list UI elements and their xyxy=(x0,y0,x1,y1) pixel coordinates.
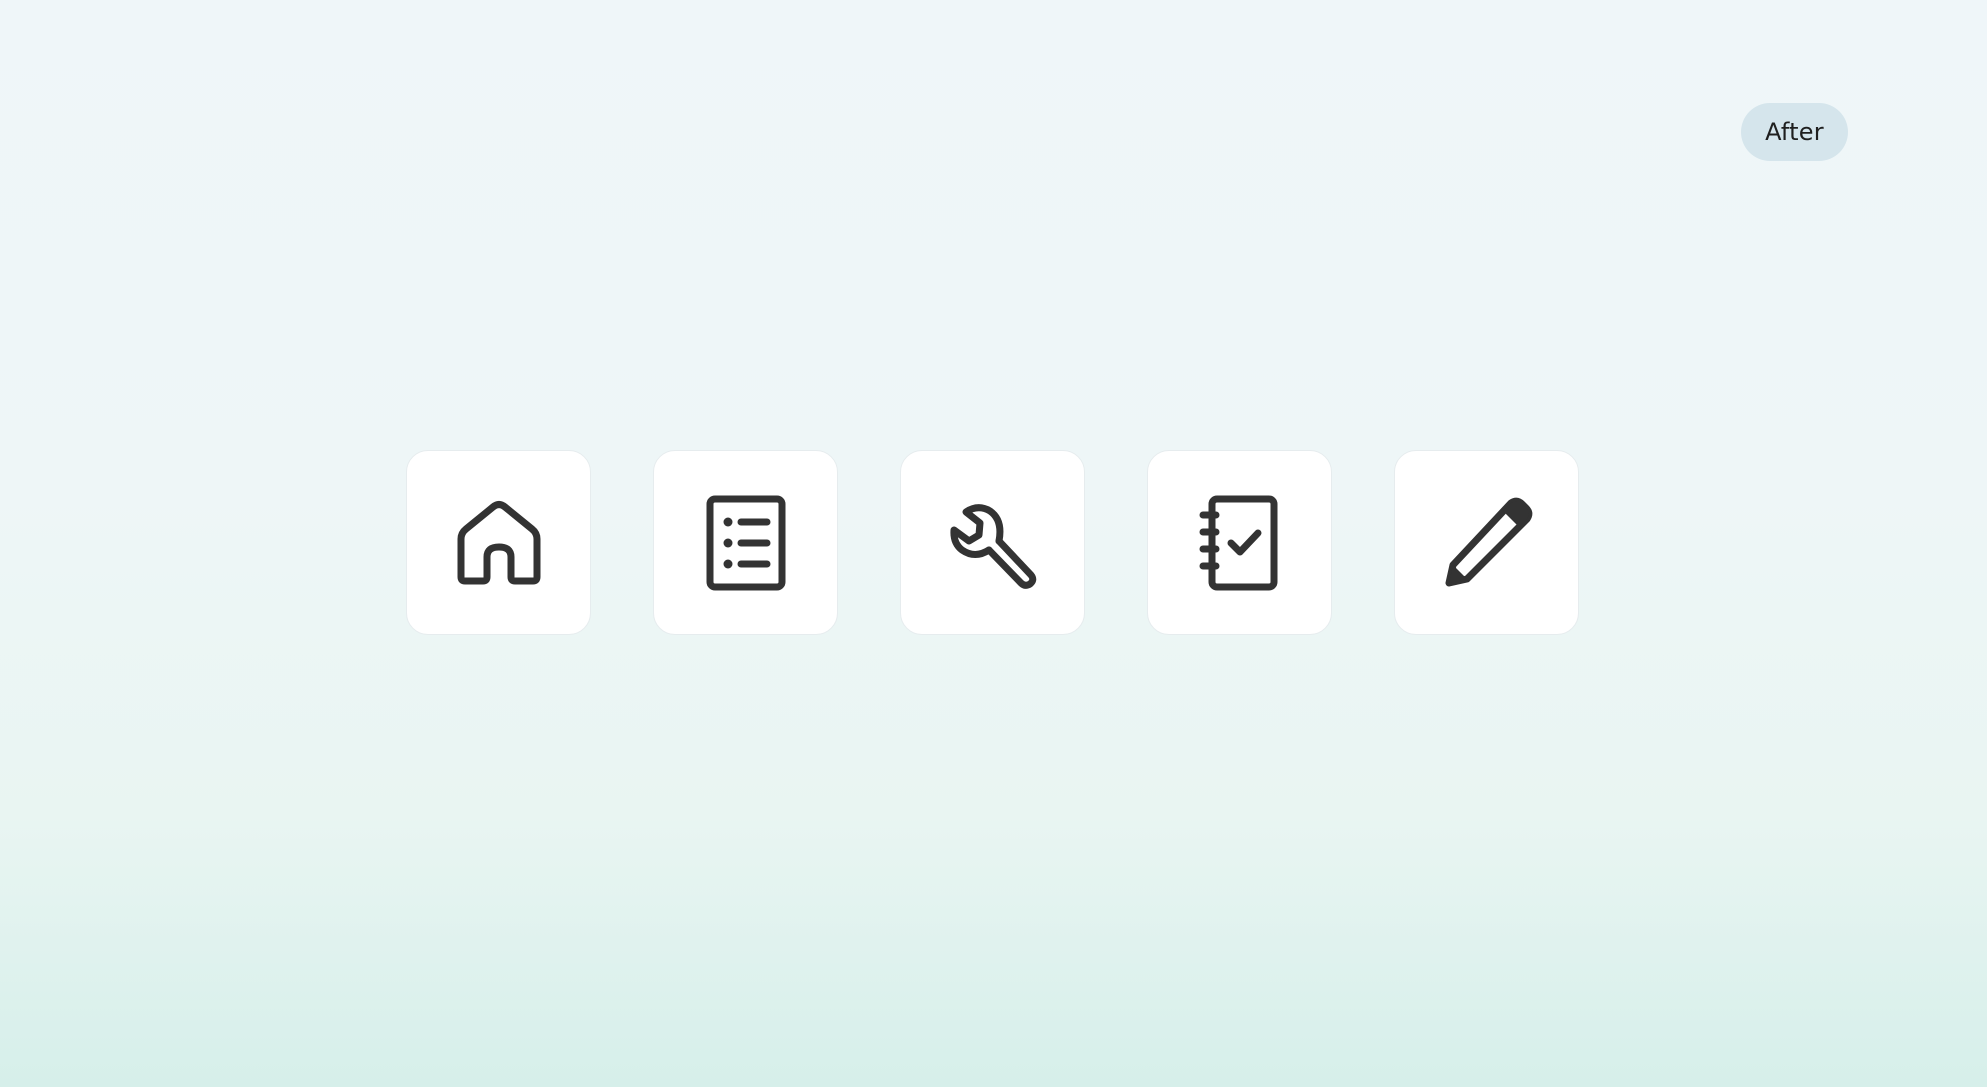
icon-row xyxy=(406,450,1579,635)
pencil-icon xyxy=(1445,497,1532,586)
home-tile[interactable] xyxy=(406,450,591,635)
notebook-tile[interactable] xyxy=(1147,450,1332,635)
notebook-check-icon xyxy=(1199,495,1277,590)
pencil-tile[interactable] xyxy=(1394,450,1579,635)
list-tile[interactable] xyxy=(653,450,838,635)
after-badge: After xyxy=(1741,103,1848,161)
home-icon xyxy=(457,500,540,584)
list-document-icon xyxy=(706,495,785,590)
wrench-tile[interactable] xyxy=(900,450,1085,635)
wrench-icon xyxy=(949,503,1036,589)
